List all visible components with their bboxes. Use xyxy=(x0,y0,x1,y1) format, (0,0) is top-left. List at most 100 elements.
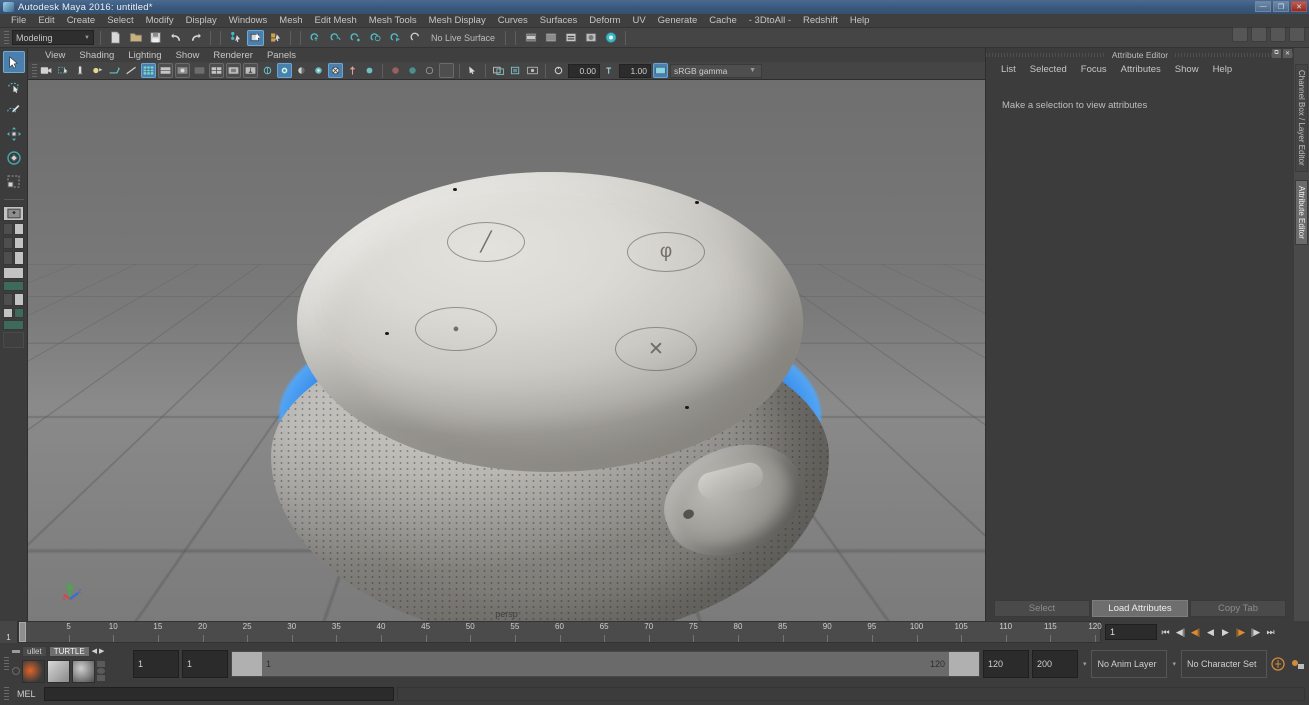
range-end-handle[interactable] xyxy=(948,652,979,676)
paint-select-tool[interactable] xyxy=(3,99,25,121)
volume-down-button[interactable]: ╱ xyxy=(447,222,525,262)
time-slider[interactable]: 5 10 15 20 25 30 35 40 45 50 55 60 65 70 75 80 85 90 95 100… xyxy=(18,621,1102,643)
select-button[interactable]: Select xyxy=(994,600,1090,617)
persp-outliner-layout[interactable] xyxy=(3,237,13,249)
ipr-render-icon[interactable] xyxy=(542,30,559,46)
viewport-menu-shading[interactable]: Shading xyxy=(72,50,121,61)
menu-create[interactable]: Create xyxy=(61,14,102,28)
action-button[interactable]: ● xyxy=(415,307,497,351)
save-scene-icon[interactable] xyxy=(147,30,164,46)
viewport-menu-show[interactable]: Show xyxy=(169,50,207,61)
menu-modify[interactable]: Modify xyxy=(140,14,180,28)
playback-end-time-field[interactable]: 120 xyxy=(982,650,1029,678)
smooth-shade-all-icon[interactable] xyxy=(158,63,173,78)
gamma-icon[interactable] xyxy=(602,63,617,78)
flat-shade-icon[interactable] xyxy=(192,63,207,78)
wireframe-on-shaded-icon[interactable] xyxy=(209,63,224,78)
attribute-editor-toggle-icon[interactable] xyxy=(1270,27,1286,42)
tab-channel-box-layer-editor[interactable]: Channel Box / Layer Editor xyxy=(1295,64,1308,172)
chevron-down-icon[interactable]: ▾ xyxy=(1081,660,1089,668)
viewport-menu-lighting[interactable]: Lighting xyxy=(121,50,168,61)
select-tool[interactable] xyxy=(2,51,25,73)
menu-mesh-display[interactable]: Mesh Display xyxy=(423,14,492,28)
gamma-field[interactable]: 1.00 xyxy=(619,63,651,78)
go-to-end-button[interactable]: ⏭ xyxy=(1264,624,1277,640)
shelf-options-icon[interactable] xyxy=(12,667,20,675)
isolate-select-icon[interactable] xyxy=(491,63,506,78)
image-plane-icon[interactable] xyxy=(73,63,88,78)
go-to-start-button[interactable]: ⏮ xyxy=(1159,624,1172,640)
two-sided-lighting-icon[interactable] xyxy=(90,63,105,78)
menu-surfaces[interactable]: Surfaces xyxy=(534,14,584,28)
persp-uv-layout[interactable] xyxy=(3,267,24,279)
xray-toggle-icon[interactable] xyxy=(508,63,523,78)
multisample-icon[interactable] xyxy=(345,63,360,78)
film-gate-icon[interactable] xyxy=(405,63,420,78)
gate-mask-icon[interactable] xyxy=(439,63,454,78)
current-frame-field[interactable]: 1 xyxy=(1105,624,1157,640)
menu-generate[interactable]: Generate xyxy=(652,14,704,28)
step-back-frame-button[interactable]: ◀| xyxy=(1189,624,1202,640)
minimize-button[interactable]: — xyxy=(1255,1,1271,12)
ae-menu-show[interactable]: Show xyxy=(1168,64,1206,75)
persp-uv-label[interactable] xyxy=(3,281,24,291)
hypershade-icon[interactable] xyxy=(582,30,599,46)
microphone-off-button[interactable]: φ xyxy=(627,232,705,272)
viewport-toolbar-grip[interactable] xyxy=(32,63,37,78)
command-line-grip[interactable] xyxy=(4,687,9,701)
shadows-icon[interactable] xyxy=(107,63,122,78)
snap-to-view-plane-icon[interactable] xyxy=(387,30,404,46)
menu-select[interactable]: Select xyxy=(101,14,139,28)
perspective-viewport[interactable]: ╱ φ ● ✕ x y z persp xyxy=(28,80,985,621)
step-back-keyframe-button[interactable]: ◀| xyxy=(1174,624,1187,640)
default-light-icon[interactable] xyxy=(260,63,275,78)
lasso-select-tool[interactable] xyxy=(3,75,25,97)
depth-peeling-icon[interactable] xyxy=(362,63,377,78)
close-button[interactable]: ✕ xyxy=(1291,1,1307,12)
hypershade-layout[interactable] xyxy=(3,251,13,265)
select-by-object-icon[interactable] xyxy=(247,29,264,46)
tab-attribute-editor[interactable]: Attribute Editor xyxy=(1295,179,1308,245)
exposure-field[interactable]: 0.00 xyxy=(568,63,600,78)
shadow-icon[interactable] xyxy=(294,63,309,78)
persp-graph-layout[interactable] xyxy=(14,237,24,249)
play-forwards-button[interactable]: ▶ xyxy=(1219,624,1232,640)
viewport-menu-panels[interactable]: Panels xyxy=(260,50,303,61)
motion-blur-icon[interactable] xyxy=(328,63,343,78)
menu-help[interactable]: Help xyxy=(844,14,876,28)
statusline-grip[interactable] xyxy=(4,30,9,45)
menu-windows[interactable]: Windows xyxy=(223,14,274,28)
menu-display[interactable]: Display xyxy=(180,14,223,28)
menu-mesh[interactable]: Mesh xyxy=(273,14,308,28)
wireframe-shading-icon[interactable] xyxy=(141,63,156,78)
ao-icon[interactable] xyxy=(124,63,139,78)
amazon-echo-dot-model[interactable]: ╱ φ ● ✕ xyxy=(271,172,829,621)
anim-layer-field[interactable]: No Anim Layer xyxy=(1091,650,1168,678)
ae-menu-list[interactable]: List xyxy=(994,64,1023,75)
ao-toggle-icon[interactable] xyxy=(311,63,326,78)
menu-deform[interactable]: Deform xyxy=(583,14,626,28)
close-panel-button[interactable]: ✕ xyxy=(1283,49,1292,58)
shelf-scroll-mid-button[interactable] xyxy=(97,668,105,674)
saved-layout-a[interactable] xyxy=(14,308,24,318)
four-pane-layout[interactable] xyxy=(3,223,13,235)
menu-edit[interactable]: Edit xyxy=(32,14,60,28)
command-input[interactable] xyxy=(43,687,394,701)
ae-menu-help[interactable]: Help xyxy=(1206,64,1240,75)
all-lights-icon[interactable] xyxy=(277,63,292,78)
playback-start-time-field[interactable]: 1 xyxy=(182,650,228,678)
color-profile-selector[interactable]: sRGB gamma ▼ xyxy=(670,63,762,78)
menu-file[interactable]: File xyxy=(5,14,32,28)
load-attributes-button[interactable]: Load Attributes xyxy=(1092,600,1188,617)
exposure-icon[interactable] xyxy=(551,63,566,78)
snapshot-icon[interactable] xyxy=(525,63,540,78)
snap-to-grid-icon[interactable] xyxy=(307,30,324,46)
auto-keyframe-icon[interactable] xyxy=(1270,656,1286,672)
move-tool[interactable] xyxy=(3,123,25,145)
render-view-icon[interactable] xyxy=(602,30,619,46)
scale-tool[interactable] xyxy=(3,171,25,193)
menu-curves[interactable]: Curves xyxy=(492,14,534,28)
select-by-component-icon[interactable] xyxy=(267,30,284,46)
ae-menu-attributes[interactable]: Attributes xyxy=(1114,64,1168,75)
menu-set-selector[interactable]: Modeling ▼ xyxy=(12,30,94,45)
